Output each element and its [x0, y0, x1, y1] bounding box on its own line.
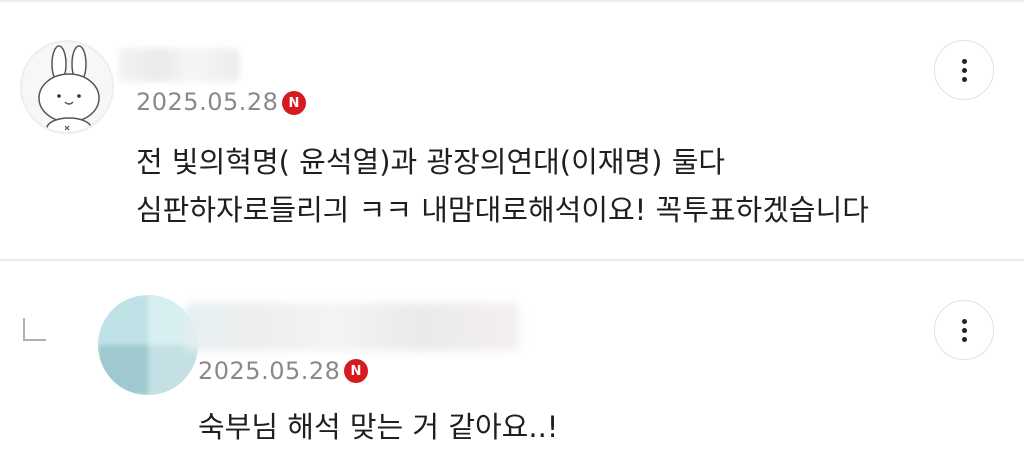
author-name-redacted — [185, 303, 520, 351]
new-badge: N — [282, 91, 306, 115]
avatar[interactable] — [20, 40, 114, 134]
bunny-avatar-icon — [38, 45, 100, 132]
author-name-redacted — [118, 48, 240, 82]
comment-line: 심판하자로들리긔 ㅋㅋ 내맘대로해석이요! 꼭투표하겠습니다 — [136, 193, 869, 227]
more-vertical-icon — [961, 318, 967, 342]
comment-text: 숙부님 해석 맞는 거 같아요..! — [198, 410, 559, 444]
more-options-button[interactable] — [934, 300, 994, 360]
more-vertical-icon — [961, 58, 967, 82]
new-badge: N — [344, 359, 368, 383]
comment-divider — [0, 259, 1024, 261]
comment-date: 2025.05.28 — [136, 88, 279, 116]
comment-line: 전 빛의혁명( 윤석열)과 광장의연대(이재명) 둘다 — [136, 145, 726, 179]
comment-text: 전 빛의혁명( 윤석열)과 광장의연대(이재명) 둘다 심판하자로들리긔 ㅋㅋ … — [136, 138, 916, 234]
reply-indent-icon — [23, 318, 46, 341]
comment-date: 2025.05.28 — [198, 357, 341, 385]
top-divider — [0, 0, 1024, 2]
more-options-button[interactable] — [934, 40, 994, 100]
avatar[interactable] — [98, 295, 198, 395]
comment-thread: 2025.05.28 N 전 빛의혁명( 윤석열)과 광장의연대(이재명) 둘다… — [0, 0, 1024, 468]
